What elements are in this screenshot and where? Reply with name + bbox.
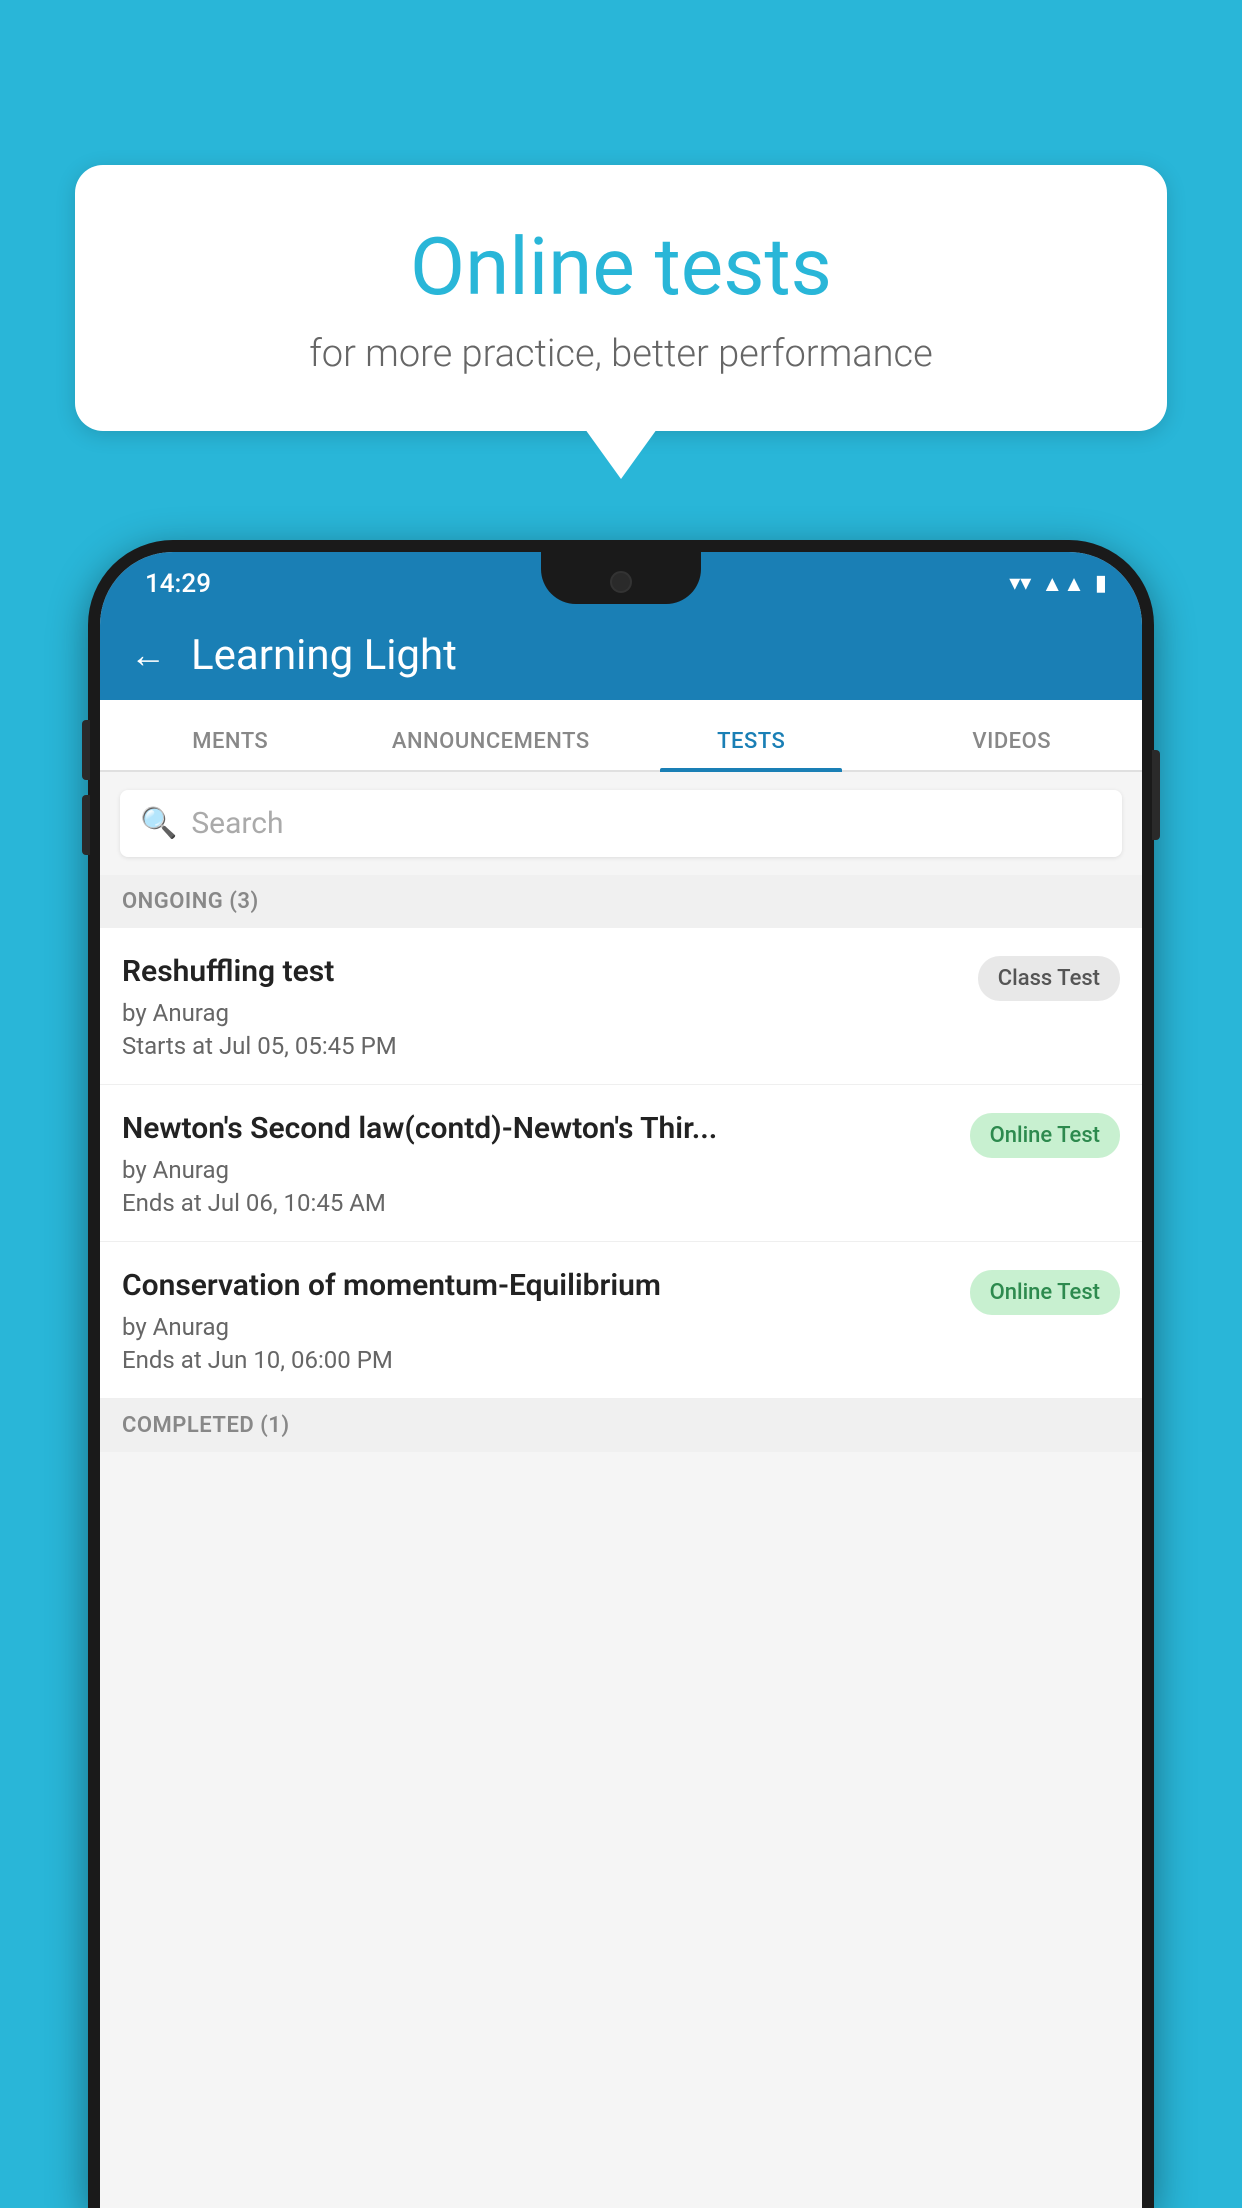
tab-announcements[interactable]: ANNOUNCEMENTS: [361, 729, 622, 770]
test-name-1: Reshuffling test: [122, 952, 964, 991]
tab-ments[interactable]: MENTS: [100, 729, 361, 770]
search-container: 🔍 Search: [100, 772, 1142, 875]
completed-section-header: COMPLETED (1): [100, 1399, 1142, 1452]
test-time-1: Starts at Jul 05, 05:45 PM: [122, 1032, 964, 1060]
power-button: [1152, 750, 1160, 840]
test-time-3: Ends at Jun 10, 06:00 PM: [122, 1346, 956, 1374]
signal-icon: ▲▲: [1041, 571, 1085, 597]
test-author-1: by Anurag: [122, 999, 964, 1027]
bubble-subtitle: for more practice, better performance: [135, 332, 1107, 376]
tab-tests[interactable]: TESTS: [621, 729, 882, 770]
test-author-3: by Anurag: [122, 1313, 956, 1341]
test-item-reshuffling[interactable]: Reshuffling test by Anurag Starts at Jul…: [100, 928, 1142, 1085]
test-name-3: Conservation of momentum-Equilibrium: [122, 1266, 956, 1305]
tab-videos[interactable]: VIDEOS: [882, 729, 1143, 770]
app-header: ← Learning Light: [100, 610, 1142, 700]
search-icon: 🔍: [140, 806, 177, 841]
test-badge-1: Class Test: [978, 956, 1120, 1001]
status-time: 14:29: [145, 569, 211, 599]
test-item-newton[interactable]: Newton's Second law(contd)-Newton's Thir…: [100, 1085, 1142, 1242]
battery-icon: ▮: [1095, 571, 1107, 596]
status-icons: ▾▾ ▲▲ ▮: [1009, 571, 1107, 597]
test-item-conservation[interactable]: Conservation of momentum-Equilibrium by …: [100, 1242, 1142, 1399]
phone-frame: 14:29 ▾▾ ▲▲ ▮ ← Learning Light MENTS ANN…: [88, 540, 1154, 2208]
speech-bubble: Online tests for more practice, better p…: [75, 165, 1167, 431]
volume-down-button: [82, 795, 90, 855]
phone-screen: 14:29 ▾▾ ▲▲ ▮ ← Learning Light MENTS ANN…: [100, 552, 1142, 2208]
test-name-2: Newton's Second law(contd)-Newton's Thir…: [122, 1109, 956, 1148]
ongoing-section-header: ONGOING (3): [100, 875, 1142, 928]
app-title: Learning Light: [191, 631, 457, 680]
test-time-2: Ends at Jul 06, 10:45 AM: [122, 1189, 956, 1217]
phone-notch: [541, 552, 701, 604]
test-badge-3: Online Test: [970, 1270, 1120, 1315]
volume-up-button: [82, 720, 90, 780]
tabs-bar: MENTS ANNOUNCEMENTS TESTS VIDEOS: [100, 700, 1142, 772]
test-info-1: Reshuffling test by Anurag Starts at Jul…: [122, 952, 964, 1060]
front-camera: [610, 571, 632, 593]
test-info-3: Conservation of momentum-Equilibrium by …: [122, 1266, 956, 1374]
test-badge-2: Online Test: [970, 1113, 1120, 1158]
wifi-icon: ▾▾: [1009, 571, 1031, 596]
test-info-2: Newton's Second law(contd)-Newton's Thir…: [122, 1109, 956, 1217]
back-button[interactable]: ←: [130, 634, 166, 676]
search-bar[interactable]: 🔍 Search: [120, 790, 1122, 857]
search-input[interactable]: Search: [191, 806, 283, 841]
bubble-title: Online tests: [135, 220, 1107, 314]
test-author-2: by Anurag: [122, 1156, 956, 1184]
